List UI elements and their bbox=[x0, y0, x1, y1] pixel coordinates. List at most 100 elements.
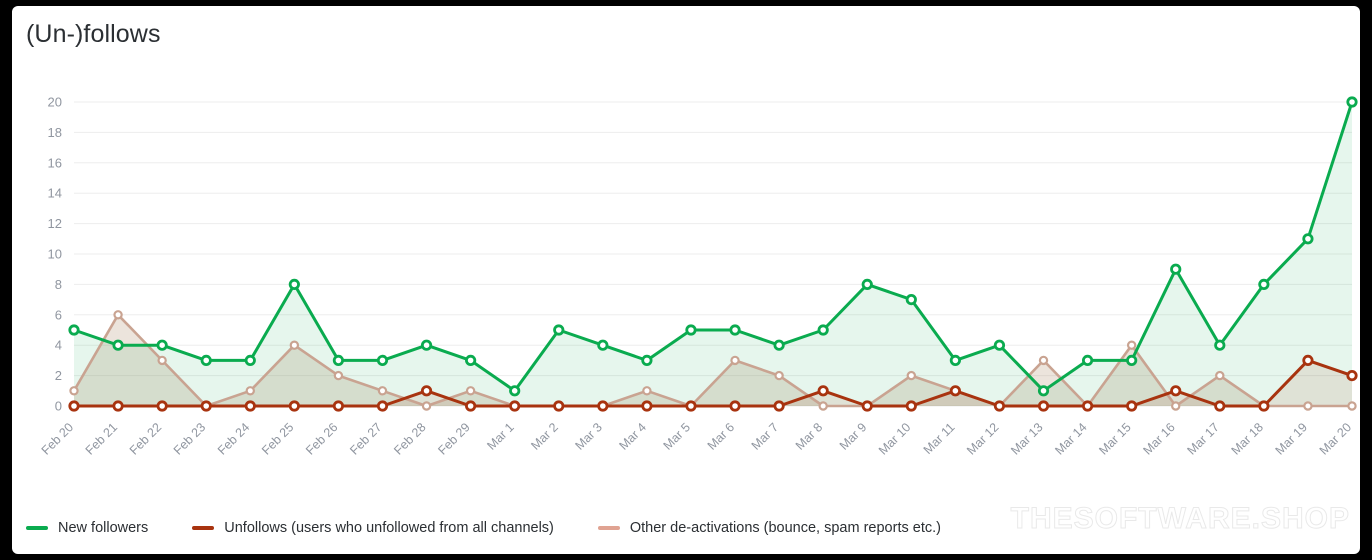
data-point-marker[interactable] bbox=[949, 385, 961, 397]
data-point-marker[interactable] bbox=[553, 400, 565, 412]
data-point-marker[interactable] bbox=[333, 370, 344, 381]
data-point-marker[interactable] bbox=[1126, 340, 1137, 350]
data-point-marker[interactable] bbox=[69, 386, 79, 396]
x-axis-tick-label: Mar 15 bbox=[1096, 420, 1133, 457]
data-point-marker[interactable] bbox=[68, 400, 80, 412]
x-axis-tick-label: Feb 21 bbox=[83, 420, 120, 457]
data-point-marker[interactable] bbox=[332, 354, 345, 366]
data-point-marker[interactable] bbox=[993, 400, 1006, 412]
data-point-marker[interactable] bbox=[906, 370, 917, 381]
data-point-marker[interactable] bbox=[993, 339, 1006, 351]
data-point-marker[interactable] bbox=[817, 324, 829, 336]
data-point-marker[interactable] bbox=[420, 339, 433, 351]
data-point-marker[interactable] bbox=[1081, 400, 1094, 412]
data-point-marker[interactable] bbox=[773, 339, 785, 351]
data-point-marker[interactable] bbox=[1081, 354, 1094, 366]
data-point-marker[interactable] bbox=[465, 400, 477, 412]
chart-plot-area[interactable]: 0 2 4 6 8 10 12 14 16 18 20 Feb 20 Feb 21 Feb 22 Feb 2… bbox=[12, 78, 1360, 498]
x-axis-tick-label: Mar 14 bbox=[1052, 420, 1089, 457]
data-point-marker[interactable] bbox=[597, 400, 609, 412]
data-point-marker[interactable] bbox=[112, 339, 124, 351]
data-point-marker[interactable] bbox=[113, 310, 123, 320]
data-point-marker[interactable] bbox=[773, 400, 785, 412]
data-point-marker[interactable] bbox=[376, 354, 389, 366]
x-axis-tick-label: Mar 18 bbox=[1229, 420, 1266, 457]
data-point-marker[interactable] bbox=[1303, 401, 1313, 411]
data-point-marker[interactable] bbox=[905, 294, 917, 306]
data-point-marker[interactable] bbox=[774, 370, 784, 381]
data-point-marker[interactable] bbox=[818, 401, 828, 411]
data-point-marker[interactable] bbox=[112, 400, 124, 412]
data-point-marker[interactable] bbox=[1258, 278, 1270, 290]
data-point-marker[interactable] bbox=[289, 340, 300, 350]
data-point-marker[interactable] bbox=[1170, 385, 1182, 397]
data-point-marker[interactable] bbox=[245, 386, 255, 396]
data-point-marker[interactable] bbox=[949, 354, 961, 366]
legend-item[interactable]: Other de-activations (bounce, spam repor… bbox=[597, 520, 941, 536]
data-point-marker[interactable] bbox=[288, 278, 300, 290]
data-point-marker[interactable] bbox=[420, 385, 433, 397]
x-axis-tick-label: Mar 2 bbox=[528, 420, 561, 453]
data-point-marker[interactable] bbox=[1170, 263, 1182, 275]
data-point-marker[interactable] bbox=[1346, 369, 1358, 382]
data-point-marker[interactable] bbox=[68, 324, 80, 336]
data-point-marker[interactable] bbox=[244, 400, 256, 412]
data-point-marker[interactable] bbox=[157, 355, 167, 366]
data-point-marker[interactable] bbox=[509, 400, 521, 412]
data-point-marker[interactable] bbox=[1346, 96, 1358, 108]
data-point-marker[interactable] bbox=[861, 278, 873, 290]
data-point-marker[interactable] bbox=[1215, 370, 1225, 381]
data-point-marker[interactable] bbox=[905, 400, 917, 412]
data-point-marker[interactable] bbox=[642, 386, 652, 396]
data-point-marker[interactable] bbox=[1126, 354, 1138, 366]
data-point-marker[interactable] bbox=[156, 400, 168, 412]
legend-swatch-new-followers bbox=[26, 526, 48, 530]
data-point-marker[interactable] bbox=[1037, 385, 1050, 397]
data-point-marker[interactable] bbox=[1126, 400, 1138, 412]
data-point-marker[interactable] bbox=[156, 339, 168, 351]
data-point-marker[interactable] bbox=[509, 385, 521, 397]
data-point-marker[interactable] bbox=[641, 354, 653, 366]
data-point-marker[interactable] bbox=[729, 400, 741, 412]
data-point-marker[interactable] bbox=[1302, 354, 1314, 366]
legend-item[interactable]: New followers bbox=[26, 520, 148, 536]
legend-item-label: Other de-activations (bounce, spam repor… bbox=[629, 520, 941, 536]
data-point-marker[interactable] bbox=[332, 400, 345, 412]
legend-item[interactable]: Unfollows (users who unfollowed from all… bbox=[192, 520, 554, 536]
data-point-marker[interactable] bbox=[465, 386, 476, 396]
data-point-marker[interactable] bbox=[1347, 401, 1357, 411]
data-point-marker[interactable] bbox=[685, 400, 697, 412]
data-point-marker[interactable] bbox=[465, 354, 477, 366]
x-axis-tick-label: Feb 20 bbox=[39, 420, 76, 457]
data-point-marker[interactable] bbox=[1171, 401, 1181, 411]
x-axis-tick-label: Mar 3 bbox=[572, 420, 605, 453]
data-point-marker[interactable] bbox=[1038, 355, 1049, 366]
data-point-marker[interactable] bbox=[817, 385, 829, 397]
y-axis-tick-label: 20 bbox=[48, 95, 62, 110]
data-point-marker[interactable] bbox=[1302, 233, 1314, 245]
data-point-marker[interactable] bbox=[376, 400, 389, 412]
data-point-marker[interactable] bbox=[685, 324, 697, 336]
data-point-marker[interactable] bbox=[1214, 339, 1226, 351]
data-point-marker[interactable] bbox=[377, 386, 388, 396]
data-point-marker[interactable] bbox=[641, 400, 653, 412]
data-point-marker[interactable] bbox=[729, 324, 741, 336]
data-point-marker[interactable] bbox=[861, 400, 873, 412]
data-point-marker[interactable] bbox=[288, 400, 300, 412]
chart-card: (Un-)follows 0 2 4 6 8 10 12 14 16 18 20 Feb 20 Feb … bbox=[12, 6, 1360, 554]
data-point-marker[interactable] bbox=[553, 324, 565, 336]
chart-legend: New followers Unfollows (users who unfoll… bbox=[12, 506, 1360, 550]
x-axis-tick-label: Mar 10 bbox=[876, 420, 913, 457]
chart-svg[interactable]: 02468101214161820Feb 20 Feb 21 Feb 22 Feb 2… bbox=[12, 78, 1360, 498]
data-point-marker[interactable] bbox=[421, 401, 432, 411]
data-point-marker[interactable] bbox=[200, 400, 212, 412]
data-point-marker[interactable] bbox=[1258, 400, 1270, 412]
data-point-marker[interactable] bbox=[200, 354, 212, 366]
x-axis-tick-label: Mar 1 bbox=[484, 420, 517, 453]
data-point-marker[interactable] bbox=[1037, 400, 1050, 412]
data-point-marker[interactable] bbox=[244, 354, 256, 366]
data-point-marker[interactable] bbox=[597, 339, 609, 351]
data-point-marker[interactable] bbox=[730, 355, 740, 366]
x-axis-tick-label: Feb 26 bbox=[303, 420, 340, 457]
data-point-marker[interactable] bbox=[1214, 400, 1226, 412]
